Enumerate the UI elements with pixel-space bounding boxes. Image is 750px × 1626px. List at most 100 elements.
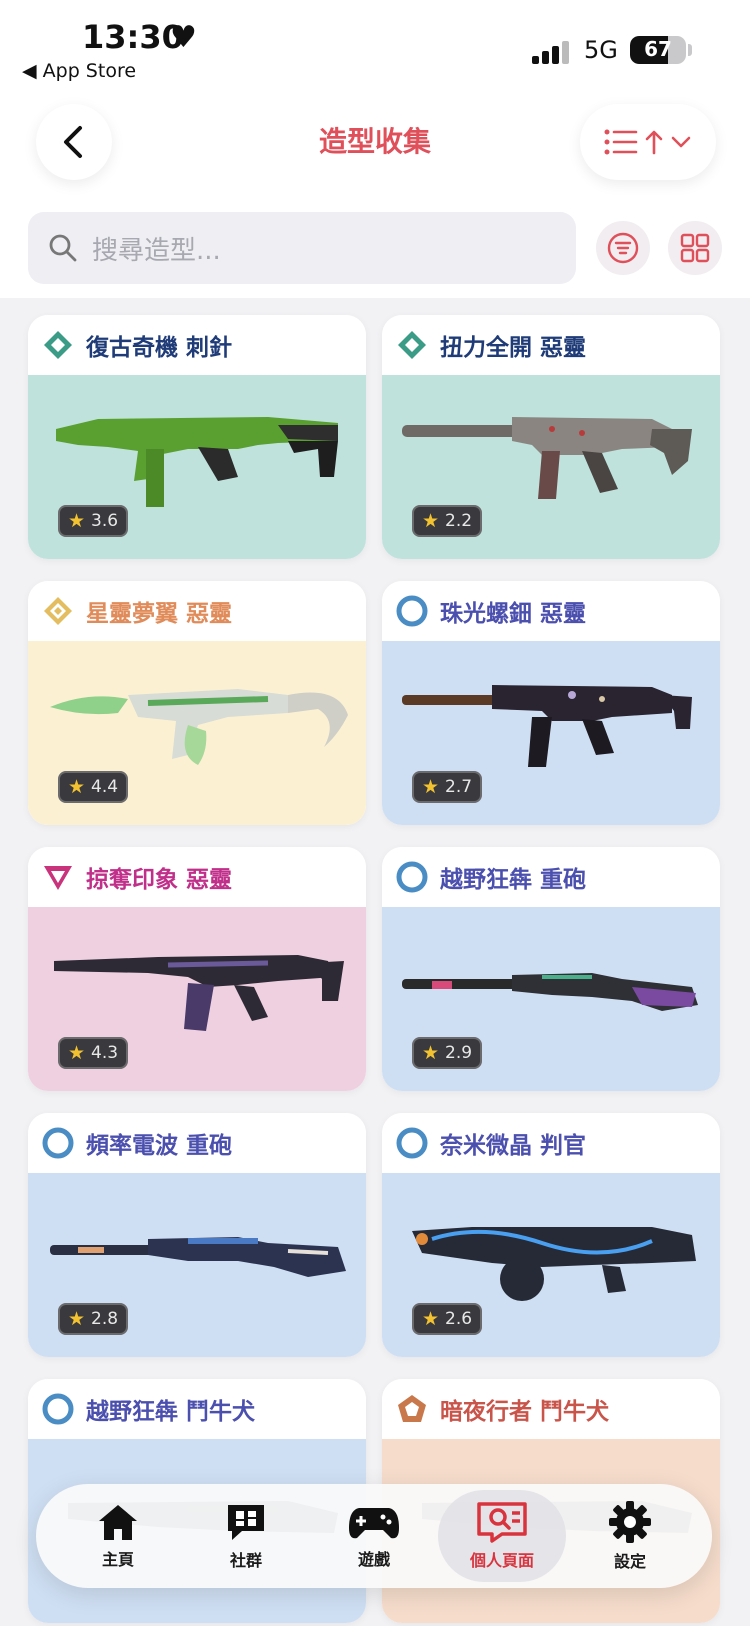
search-placeholder: 搜尋造型... [92,235,221,266]
weapon-image [50,1237,346,1277]
list-icon [604,129,638,155]
card-header: 頻率電波 重砲 [28,1113,366,1173]
skin-image-area: ★ 2.6 [382,1173,720,1357]
skin-grid: 復古奇機 刺針 ★ 3.6 扭力全開 惡靈 ★ 2.2 星靈夢翼 惡靈 ★ 4.… [28,315,722,1623]
skin-card[interactable]: 復古奇機 刺針 ★ 3.6 [28,315,366,559]
rating-badge: ★ 2.2 [412,505,483,537]
star-icon: ★ [68,776,86,798]
battery-tip [688,44,692,56]
battery-level: 67 [644,37,672,61]
skin-image-area: ★ 2.7 [382,641,720,825]
status-time: 13:30 [82,18,184,56]
filter-icon [607,232,639,264]
tab-label: 主頁 [101,1550,134,1569]
card-header: 扭力全開 惡靈 [382,315,720,375]
tab-profile[interactable]: 個人頁面 [438,1490,566,1582]
skin-name: 越野狂犇 鬥牛犬 [86,1399,256,1425]
exclusive-tier-icon [398,1395,426,1422]
gear-icon [609,1501,651,1543]
star-icon: ★ [422,510,440,532]
skin-image-area: ★ 2.9 [382,907,720,1091]
community-icon [228,1505,264,1540]
tab-games[interactable]: 遊戲 [310,1490,438,1582]
tab-label: 遊戲 [357,1550,390,1569]
rating-value: 2.2 [445,511,473,531]
rating-badge: ★ 2.9 [412,1037,483,1069]
card-header: 掠奪印象 惡靈 [28,847,366,907]
skin-card[interactable]: 星靈夢翼 惡靈 ★ 4.4 [28,581,366,825]
skin-image-area: ★ 2.2 [382,375,720,559]
skin-name: 奈米微晶 判官 [440,1133,587,1159]
rating-value: 4.4 [91,777,119,797]
rating-badge: ★ 3.6 [58,505,129,537]
rating-value: 2.9 [445,1043,473,1063]
star-icon: ★ [422,1308,440,1330]
profile-search-icon [477,1502,527,1543]
arrow-up-icon [645,130,663,155]
star-icon: ★ [68,1042,86,1064]
rating-badge: ★ 2.6 [412,1303,483,1335]
weapon-image [56,417,338,507]
tab-home[interactable]: 主頁 [54,1490,182,1582]
deluxe-tier-icon [396,595,428,627]
card-header: 越野狂犇 鬥牛犬 [28,1379,366,1439]
rating-badge: ★ 2.8 [58,1303,129,1335]
chevron-down-icon [671,136,691,148]
skin-card[interactable]: 珠光螺鈿 惡靈 ★ 2.7 [382,581,720,825]
skin-name: 星靈夢翼 惡靈 [86,601,233,627]
weapon-image [402,973,698,1011]
star-icon: ★ [422,1042,440,1064]
skin-card[interactable]: 扭力全開 惡靈 ★ 2.2 [382,315,720,559]
skin-card[interactable]: 奈米微晶 判官 ★ 2.6 [382,1113,720,1357]
network-type: 5G [584,36,618,64]
skin-card[interactable]: 掠奪印象 惡靈 ★ 4.3 [28,847,366,1091]
star-icon: ★ [68,1308,86,1330]
sort-button[interactable] [580,104,716,180]
skin-name: 頻率電波 重砲 [86,1133,233,1159]
home-icon [99,1505,137,1540]
weapon-image [50,689,348,765]
tab-settings[interactable]: 設定 [566,1490,694,1582]
card-header: 復古奇機 刺針 [28,315,366,375]
weapon-image [402,417,692,499]
gamepad-icon [349,1508,399,1539]
deluxe-tier-icon [396,861,428,893]
rating-badge: ★ 2.7 [412,771,483,803]
premium-tier-icon [44,866,72,890]
deluxe-tier-icon [396,1127,428,1159]
exclusive-tier-icon [44,597,72,625]
skin-name: 復古奇機 刺針 [86,335,233,361]
skin-name: 越野狂犇 重砲 [440,867,587,893]
back-to-app-store-link[interactable]: ◀ App Store [22,60,136,82]
rating-value: 2.6 [445,1309,473,1329]
deluxe-tier-icon [42,1393,74,1425]
rating-badge: ★ 4.4 [58,771,129,803]
tab-label: 社群 [229,1551,262,1570]
rating-value: 2.7 [445,777,473,797]
tab-label: 個人頁面 [469,1551,534,1570]
grid-view-button[interactable] [668,221,722,275]
heart-icon: ♥ [170,20,197,55]
header-area: 13:30 ♥ ◀ App Store 5G 67 造型收集 搜尋造型... [0,0,750,298]
skin-name: 扭力全開 惡靈 [440,335,587,361]
select-tier-icon [398,331,426,359]
skin-image-area: ★ 4.3 [28,907,366,1091]
battery-icon: 67 [630,36,686,64]
skin-image-area: ★ 4.4 [28,641,366,825]
skin-card[interactable]: 越野狂犇 重砲 ★ 2.9 [382,847,720,1091]
card-header: 奈米微晶 判官 [382,1113,720,1173]
tab-community[interactable]: 社群 [182,1490,310,1582]
star-icon: ★ [68,510,86,532]
skin-name: 掠奪印象 惡靈 [86,867,233,893]
search-bar[interactable]: 搜尋造型... [28,212,576,284]
filter-button[interactable] [596,221,650,275]
card-header: 珠光螺鈿 惡靈 [382,581,720,641]
card-header: 暗夜行者 鬥牛犬 [382,1379,720,1439]
rating-value: 2.8 [91,1309,119,1329]
screen: 13:30 ♥ ◀ App Store 5G 67 造型收集 搜尋造型... 復… [0,0,750,1626]
star-icon: ★ [422,776,440,798]
card-header: 星靈夢翼 惡靈 [28,581,366,641]
skin-card[interactable]: 頻率電波 重砲 ★ 2.8 [28,1113,366,1357]
skin-image-area: ★ 2.8 [28,1173,366,1357]
bottom-tab-bar: 主頁 社群 遊戲 個人頁面 設定 [36,1484,712,1588]
